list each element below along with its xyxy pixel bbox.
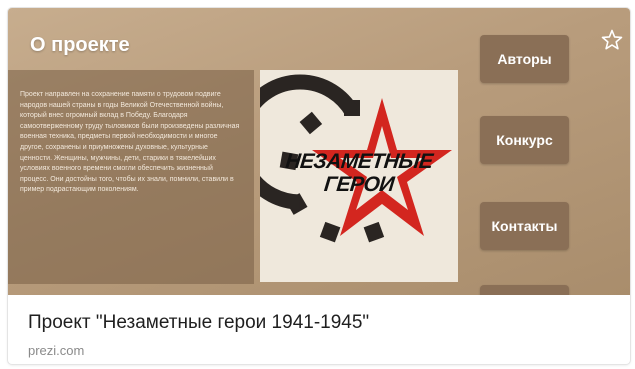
authors-button[interactable]: Авторы <box>480 35 569 83</box>
star-outline-icon[interactable] <box>600 28 624 52</box>
link-domain: prezi.com <box>28 343 85 358</box>
partial-nav-button[interactable] <box>480 285 569 295</box>
link-preview-card[interactable]: О проекте Проект направлен на сохранение… <box>8 8 630 364</box>
logo-line-1: НЕЗАМЕТНЫЕ <box>284 150 434 173</box>
slide-title: О проекте <box>30 34 130 56</box>
contest-button[interactable]: Конкурс <box>480 116 569 164</box>
slide-body-text: Проект направлен на сохранение памяти о … <box>20 91 240 194</box>
link-title[interactable]: Проект "Незаметные герои 1941-1945" <box>28 312 369 334</box>
logo-line-2: ГЕРОИ <box>322 173 396 196</box>
presentation-thumbnail[interactable]: О проекте Проект направлен на сохранение… <box>8 8 630 295</box>
contacts-button[interactable]: Контакты <box>480 202 569 250</box>
slide-text-panel: Проект направлен на сохранение памяти о … <box>8 70 254 284</box>
project-logo: НЕЗАМЕТНЫЕ ГЕРОИ <box>260 70 458 282</box>
